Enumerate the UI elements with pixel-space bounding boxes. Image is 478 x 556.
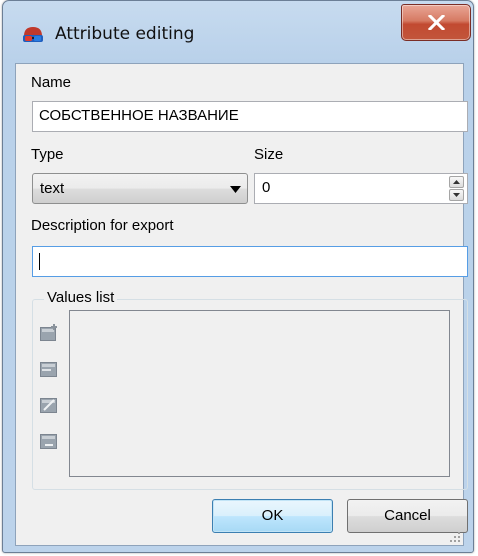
text-caret [39,253,40,270]
close-x-icon [428,15,445,30]
dialog-client-area: Name СОБСТВЕННОЕ НАЗВАНИЕ Type Size text… [15,63,468,546]
type-select[interactable]: text [32,173,248,204]
name-field[interactable]: СОБСТВЕННОЕ НАЗВАНИЕ [32,101,468,132]
close-button[interactable] [401,4,471,41]
dialog-window: Attribute editing Name СОБСТВЕННОЕ НАЗВА… [2,0,474,553]
add-value-icon [40,324,57,341]
type-select-value: text [40,180,65,197]
type-label: Type [31,146,64,163]
size-label: Size [254,146,284,163]
window-title: Attribute editing [55,24,195,44]
spin-up-button[interactable] [449,176,464,188]
spin-down-button[interactable] [449,189,464,201]
arrow-up-icon [453,180,460,184]
title-bar[interactable]: Attribute editing [3,1,473,63]
insert-value-button[interactable] [39,359,59,379]
stereo-glasses-icon [23,27,43,42]
values-list-box[interactable] [69,310,450,477]
resize-grip-icon[interactable] [449,531,461,543]
values-list-title: Values list [44,289,118,306]
values-list-group: Values list [32,289,468,490]
delete-value-icon [40,434,57,449]
cancel-button[interactable]: Cancel [347,499,468,533]
description-label: Description for export [31,217,174,234]
edit-value-button[interactable] [39,395,59,415]
edit-value-icon [40,398,57,413]
size-spinbox[interactable]: 0 [254,173,468,204]
delete-value-button[interactable] [39,431,59,451]
name-label: Name [31,74,72,91]
description-field[interactable] [32,246,468,277]
insert-value-icon [40,362,57,377]
arrow-down-icon [453,193,460,197]
chevron-down-icon [230,186,241,193]
ok-button[interactable]: OK [212,499,333,533]
size-value: 0 [262,179,271,196]
add-value-button[interactable] [39,323,59,343]
